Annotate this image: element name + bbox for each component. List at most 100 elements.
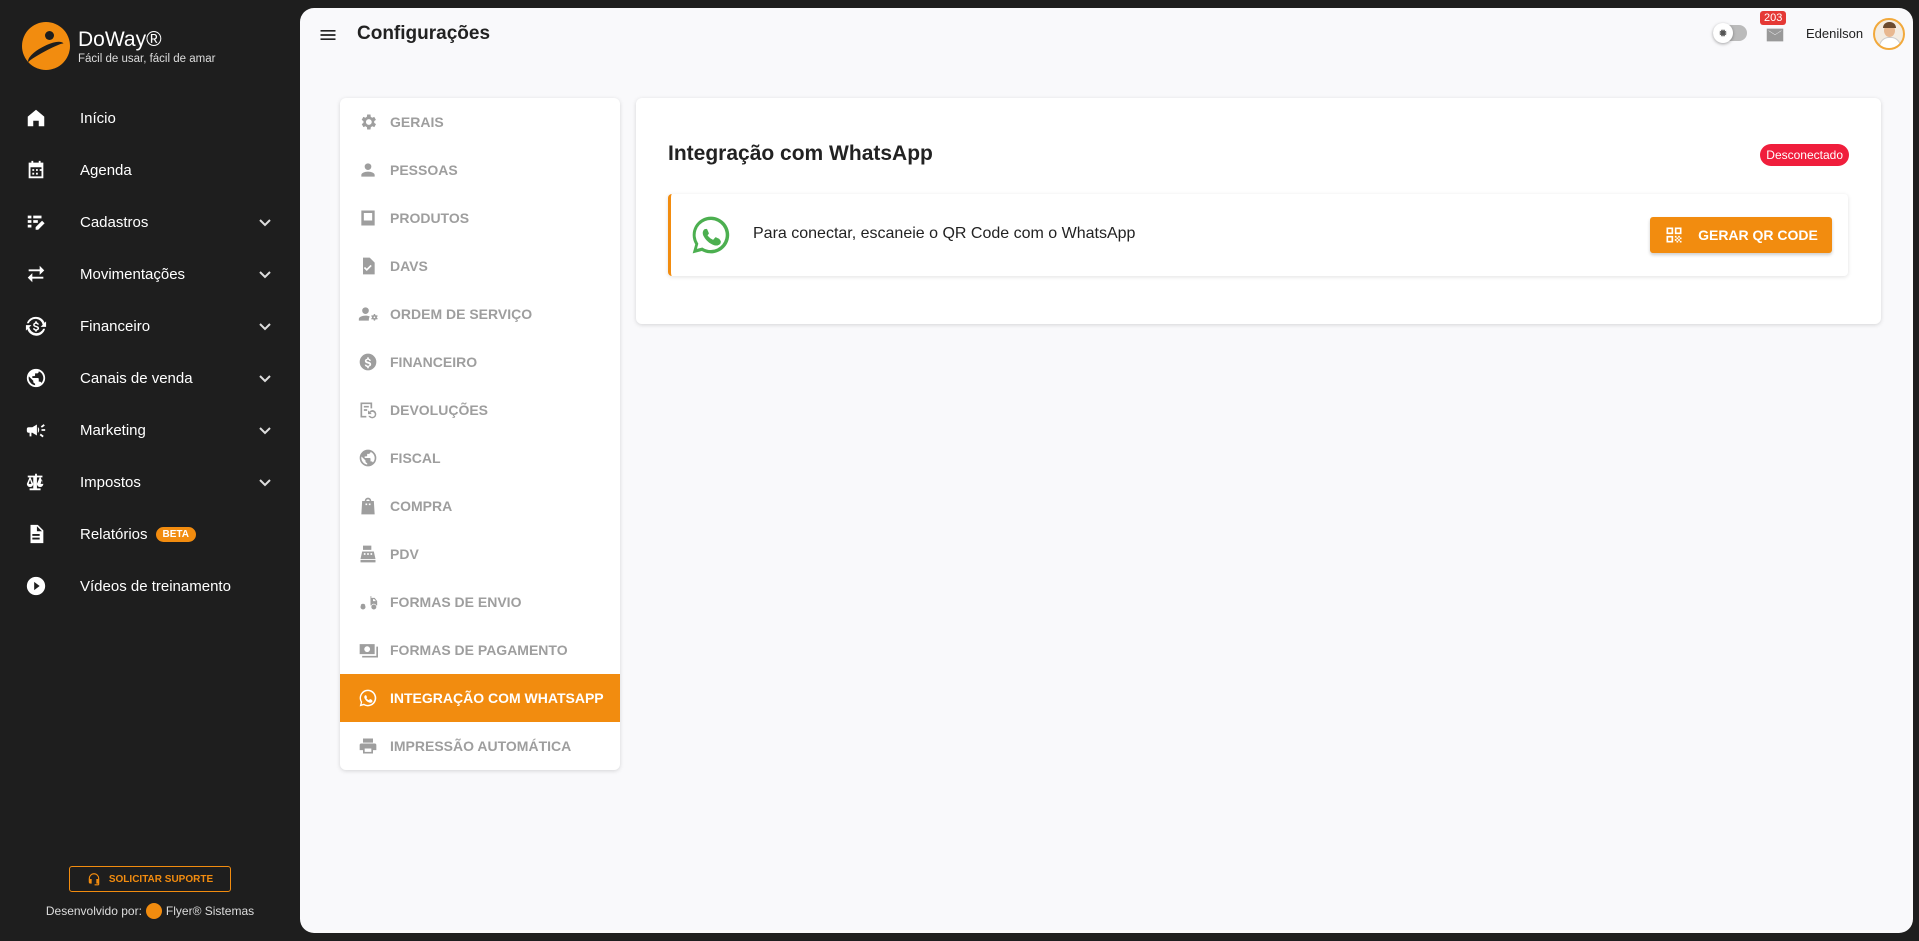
settings-item-label: FORMAS DE ENVIO — [390, 594, 522, 610]
settings-item-financeiro[interactable]: FINANCEIRO — [340, 338, 620, 386]
sidebar-item-relatorios[interactable]: Relatórios BETA — [0, 508, 300, 560]
settings-item-pessoas[interactable]: PESSOAS — [340, 146, 620, 194]
settings-item-formas-de-envio[interactable]: FORMAS DE ENVIO — [340, 578, 620, 626]
edit-list-icon — [24, 210, 48, 234]
flyer-logo-icon — [145, 903, 162, 919]
money-icon — [357, 639, 379, 661]
chevron-down-icon[interactable] — [258, 215, 272, 229]
settings-item-label: ORDEM DE SERVIÇO — [390, 306, 533, 322]
chevron-down-icon[interactable] — [258, 319, 272, 333]
sidebar-item-label: Início — [80, 109, 116, 127]
settings-item-label: COMPRA — [390, 498, 453, 514]
megaphone-icon — [24, 418, 48, 442]
settings-item-label: DEVOLUÇÕES — [390, 402, 489, 418]
settings-item-compra[interactable]: COMPRA — [340, 482, 620, 530]
sidebar-item-label: Agenda — [80, 161, 132, 179]
sidebar-item-label: Relatórios — [80, 525, 148, 543]
mail-icon[interactable] — [1764, 24, 1786, 46]
sidebar-item-label: Impostos — [80, 473, 141, 491]
chevron-down-icon[interactable] — [258, 423, 272, 437]
developed-by-name[interactable]: Flyer® Sistemas — [166, 904, 254, 918]
sidebar-item-agenda[interactable]: Agenda — [0, 144, 300, 196]
sidebar-item-videos-de-treinamento[interactable]: Vídeos de treinamento — [0, 560, 300, 612]
play-icon — [24, 574, 48, 598]
brand[interactable]: DoWay® Fácil de usar, fácil de amar — [22, 22, 215, 70]
settings-item-ordem-de-servico[interactable]: ORDEM DE SERVIÇO — [340, 290, 620, 338]
sidebar-item-marketing[interactable]: Marketing — [0, 404, 300, 456]
sidebar-item-movimentacoes[interactable]: Movimentações — [0, 248, 300, 300]
brand-name: DoWay® — [78, 27, 162, 51]
chevron-down-icon[interactable] — [258, 267, 272, 281]
sidebar-item-label: Financeiro — [80, 317, 151, 335]
settings-item-produtos[interactable]: PRODUTOS — [340, 194, 620, 242]
dollar-icon — [357, 351, 379, 373]
sidebar-item-canais-de-venda[interactable]: Canais de venda — [0, 352, 300, 404]
globe-icon — [24, 366, 48, 390]
shopping-bag-icon — [357, 495, 379, 517]
doway-logo-icon — [22, 22, 70, 70]
settings-item-fiscal[interactable]: FISCAL — [340, 434, 620, 482]
swap-icon — [24, 262, 48, 286]
sidebar-item-label: Vídeos de treinamento — [80, 577, 231, 595]
generate-qr-code-label: GERAR QR CODE — [1698, 227, 1818, 243]
sidebar-nav: Início Agenda Cadastros Movimentações Fi… — [0, 92, 300, 612]
sidebar-item-inicio[interactable]: Início — [0, 92, 300, 144]
settings-item-label: FINANCEIRO — [390, 354, 478, 370]
developer-credit: Desenvolvido por: Flyer® Sistemas — [0, 903, 300, 919]
sidebar-item-label: Movimentações — [80, 265, 186, 283]
chevron-down-icon[interactable] — [258, 475, 272, 489]
box-icon — [357, 207, 379, 229]
settings-item-formas-de-pagamento[interactable]: FORMAS DE PAGAMENTO — [340, 626, 620, 674]
generate-qr-code-button[interactable]: GERAR QR CODE — [1650, 217, 1832, 253]
settings-item-pdv[interactable]: PDV — [340, 530, 620, 578]
sidebar-item-label: Cadastros — [80, 213, 149, 231]
person-icon — [357, 159, 379, 181]
sidebar-item-impostos[interactable]: Impostos — [0, 456, 300, 508]
truck-icon — [357, 591, 379, 613]
user-name[interactable]: Edenilson — [1806, 26, 1863, 41]
qr-code-icon — [1666, 227, 1682, 243]
settings-item-label: INTEGRAÇÃO COM WHATSAPP — [390, 690, 604, 706]
settings-item-integracao-whatsapp[interactable]: INTEGRAÇÃO COM WHATSAPP — [340, 674, 620, 722]
support-button[interactable]: SOLICITAR SUPORTE — [69, 866, 231, 892]
sun-icon: ✹ — [1713, 23, 1733, 43]
settings-item-label: IMPRESSÃO AUTOMÁTICA — [390, 738, 572, 754]
settings-item-label: PESSOAS — [390, 162, 458, 178]
gear-icon — [357, 111, 379, 133]
printer-icon — [357, 735, 379, 757]
document-icon — [24, 522, 48, 546]
settings-item-label: PDV — [390, 546, 419, 562]
calendar-icon — [24, 158, 48, 182]
top-bar: Configurações ✹ 203 Edenilson — [300, 8, 1913, 64]
home-icon — [24, 106, 48, 130]
settings-item-davs[interactable]: DAVS — [340, 242, 620, 290]
currency-exchange-icon — [24, 314, 48, 338]
whatsapp-icon — [357, 687, 379, 709]
sidebar-item-label: Canais de venda — [80, 369, 193, 387]
brand-tagline: Fácil de usar, fácil de amar — [78, 52, 216, 65]
avatar[interactable] — [1873, 18, 1905, 50]
file-check-icon — [357, 255, 379, 277]
whatsapp-integration-card: Integração com WhatsApp Desconectado Par… — [636, 98, 1881, 324]
sidebar: DoWay® Fácil de usar, fácil de amar Iníc… — [0, 0, 300, 941]
qr-instruction-text: Para conectar, escaneie o QR Code com o … — [753, 225, 1136, 242]
chevron-down-icon[interactable] — [258, 371, 272, 385]
return-icon — [357, 399, 379, 421]
status-badge: Desconectado — [1760, 144, 1849, 166]
main-content: Configurações ✹ 203 Edenilson GERAIS PES… — [300, 8, 1913, 933]
menu-icon[interactable] — [318, 25, 338, 45]
developed-by-prefix: Desenvolvido por: — [45, 904, 142, 918]
settings-item-impressao-automatica[interactable]: IMPRESSÃO AUTOMÁTICA — [340, 722, 620, 770]
settings-item-devolucoes[interactable]: DEVOLUÇÕES — [340, 386, 620, 434]
notification-count-badge: 203 — [1760, 11, 1787, 25]
theme-toggle[interactable]: ✹ — [1713, 23, 1747, 43]
settings-item-label: PRODUTOS — [390, 210, 470, 226]
person-settings-icon — [357, 303, 379, 325]
settings-item-label: FISCAL — [390, 450, 441, 466]
whatsapp-logo-icon — [689, 213, 733, 257]
qr-connect-panel: Para conectar, escaneie o QR Code com o … — [668, 194, 1848, 276]
settings-item-gerais[interactable]: GERAIS — [340, 98, 620, 146]
settings-item-label: GERAIS — [390, 114, 444, 130]
sidebar-item-financeiro[interactable]: Financeiro — [0, 300, 300, 352]
sidebar-item-cadastros[interactable]: Cadastros — [0, 196, 300, 248]
